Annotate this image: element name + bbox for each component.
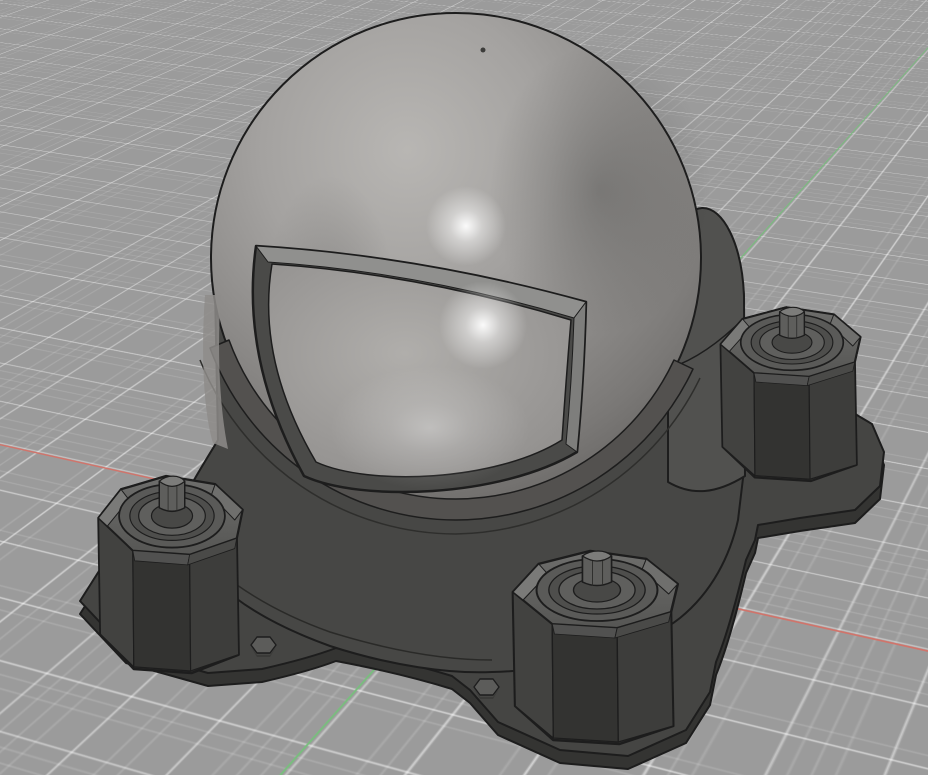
mount-boss-center[interactable] bbox=[511, 549, 680, 746]
lens-specular-highlight bbox=[439, 281, 527, 369]
mount-boss-right[interactable] bbox=[719, 306, 862, 483]
mount-boss-left[interactable] bbox=[97, 474, 244, 675]
dome-specular-highlight bbox=[426, 186, 506, 266]
model-dome-enclosure[interactable] bbox=[0, 0, 928, 775]
dome-surface-dot bbox=[480, 47, 486, 53]
lens-glow bbox=[330, 366, 530, 490]
cad-viewport[interactable] bbox=[0, 0, 928, 775]
